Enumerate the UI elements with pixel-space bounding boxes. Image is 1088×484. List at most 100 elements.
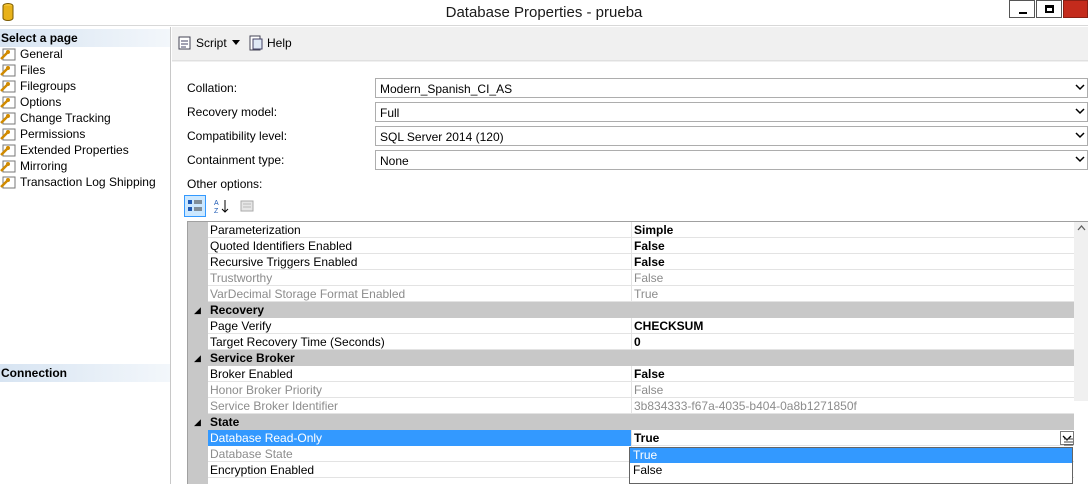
compatibility-level-value: SQL Server 2014 (120) [380,130,504,144]
chevron-down-icon [1075,84,1085,91]
help-button[interactable]: Help [248,35,292,51]
scrollbar-track[interactable] [1074,401,1088,484]
page-item-label: Change Tracking [20,111,111,125]
alphabetical-button[interactable]: AZ [210,195,232,217]
categorized-button[interactable] [184,195,206,217]
collapse-triangle-icon[interactable]: ◢ [194,417,201,428]
value-dropdown-list: True False [629,447,1073,484]
containment-type-value: None [380,154,409,168]
collapse-triangle-icon[interactable]: ◢ [194,353,201,364]
chevron-down-icon [1075,108,1085,115]
wrench-page-icon [0,128,16,141]
chevron-down-icon [1075,156,1085,163]
containment-type-combo[interactable]: None [375,150,1088,170]
category-state[interactable]: ◢ State [188,414,1074,430]
page-item-permissions[interactable]: Permissions [0,126,170,142]
collation-label: Collation: [187,81,238,95]
property-row-service-broker-identifier[interactable]: Service Broker Identifier 3b834333-f67a-4… [188,398,1074,414]
dropdown-option-true[interactable]: True [630,448,1072,463]
property-pages-button[interactable] [236,195,258,217]
page-item-options[interactable]: Options [0,94,170,110]
property-row-vardecimal[interactable]: VarDecimal Storage Format Enabled True [188,286,1074,302]
property-grid-toolbar: AZ [184,195,262,217]
svg-text:A: A [214,200,219,207]
property-row-recursive-triggers[interactable]: Recursive Triggers Enabled False [188,254,1074,270]
wrench-page-icon [0,64,16,77]
script-icon [178,36,191,50]
close-button[interactable] [1063,0,1088,18]
property-row-honor-broker-priority[interactable]: Honor Broker Priority False [188,382,1074,398]
left-pane: Select a page General Files Filegroups O… [0,27,171,484]
script-button[interactable]: Script [177,35,227,51]
page-item-general[interactable]: General [0,46,170,62]
help-icon [249,35,263,51]
collation-value: Modern_Spanish_CI_AS [380,82,513,96]
property-row-trustworthy[interactable]: Trustworthy False [188,270,1074,286]
wrench-page-icon [0,96,16,109]
wrench-page-icon [0,144,16,157]
grip-icon[interactable] [1064,438,1074,446]
wrench-page-icon [0,176,16,189]
script-dropdown-button[interactable] [232,40,243,45]
page-item-transaction-log-shipping[interactable]: Transaction Log Shipping [0,174,170,190]
wrench-page-icon [0,80,16,93]
window-title: Database Properties - prueba [445,4,643,21]
page-item-label: Extended Properties [20,143,129,157]
page-item-label: Options [20,95,62,109]
other-options-label: Other options: [187,177,263,191]
chevron-down-icon [1075,132,1085,139]
property-pages-icon [240,200,254,212]
caret-down-icon [232,40,240,45]
recovery-model-value: Full [380,106,400,120]
collapse-triangle-icon[interactable]: ◢ [194,305,201,316]
property-row-database-read-only[interactable]: Database Read-Only True [188,430,1074,446]
maximize-button[interactable] [1036,0,1062,18]
options-content: Collation: Modern_Spanish_CI_AS Recovery… [172,62,1088,484]
collation-combo[interactable]: Modern_Spanish_CI_AS [375,78,1088,98]
containment-type-label: Containment type: [187,153,285,167]
minimize-button[interactable] [1009,0,1035,18]
title-bar: Database Properties - prueba [0,0,1088,26]
scroll-up-icon[interactable] [1077,225,1086,231]
select-page-header: Select a page [0,29,170,47]
property-row-broker-enabled[interactable]: Broker Enabled False [188,366,1074,382]
page-item-label: Transaction Log Shipping [20,175,156,189]
page-item-label: Permissions [20,127,86,141]
page-item-change-tracking[interactable]: Change Tracking [0,110,170,126]
property-grid: Parameterization Simple Quoted Identifier… [187,221,1088,484]
category-recovery[interactable]: ◢ Recovery [188,302,1074,318]
compatibility-level-combo[interactable]: SQL Server 2014 (120) [375,126,1088,146]
wrench-page-icon [0,48,16,61]
script-label: Script [196,36,227,50]
sort-alphabetical-icon: AZ [214,200,229,214]
page-item-filegroups[interactable]: Filegroups [0,78,170,94]
svg-text:Z: Z [214,208,219,214]
help-label: Help [267,36,292,50]
page-item-label: Filegroups [20,79,77,93]
connection-header: Connection [0,364,170,382]
property-row-parameterization[interactable]: Parameterization Simple [188,222,1074,238]
page-item-label: General [20,47,63,61]
page-item-label: Files [20,63,46,77]
toolbar: Script Help [172,27,1088,61]
property-row-target-recovery-time[interactable]: Target Recovery Time (Seconds) 0 [188,334,1074,350]
recovery-model-combo[interactable]: Full [375,102,1088,122]
recovery-model-label: Recovery model: [187,105,278,119]
categorized-icon [188,200,202,211]
right-pane: Script Help Collation: Modern_Spanish_CI… [172,27,1088,484]
property-row-quoted-identifiers[interactable]: Quoted Identifiers Enabled False [188,238,1074,254]
dropdown-option-false[interactable]: False [630,463,1072,478]
wrench-page-icon [0,160,16,173]
wrench-page-icon [0,112,16,125]
property-grid-scrollbar[interactable] [1074,222,1088,484]
minimize-icon [1019,12,1027,14]
compatibility-level-label: Compatibility level: [187,129,288,143]
property-row-page-verify[interactable]: Page Verify CHECKSUM [188,318,1074,334]
category-service-broker[interactable]: ◢ Service Broker [188,350,1074,366]
page-item-extended-properties[interactable]: Extended Properties [0,142,170,158]
page-item-files[interactable]: Files [0,62,170,78]
maximize-icon [1045,5,1054,13]
page-item-label: Mirroring [20,159,68,173]
page-list: General Files Filegroups Options Change … [0,46,170,190]
page-item-mirroring[interactable]: Mirroring [0,158,170,174]
